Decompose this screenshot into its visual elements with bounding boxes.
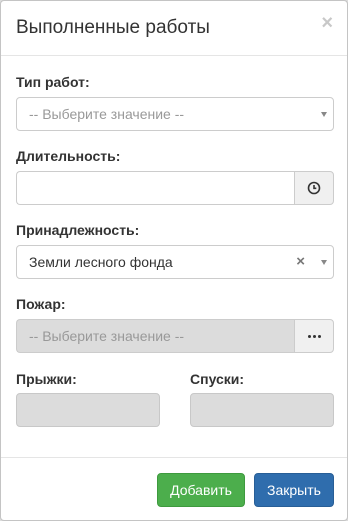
modal-header: Выполненные работы × [1, 1, 347, 56]
ownership-value: Земли лесного фонда [29, 254, 173, 270]
duration-input-group [16, 171, 334, 205]
duration-input[interactable] [16, 171, 295, 205]
work-type-placeholder: -- Выберите значение -- [29, 106, 185, 122]
chevron-down-icon [321, 112, 327, 117]
modal-dialog: Выполненные работы × Тип работ: -- Выбер… [0, 0, 348, 521]
descents-input [190, 393, 334, 427]
fire-input-group: -- Выберите значение -- [16, 319, 334, 353]
add-button[interactable]: Добавить [157, 473, 245, 507]
work-type-select[interactable]: -- Выберите значение -- [16, 97, 334, 131]
fire-label: Пожар: [16, 296, 66, 312]
descents-label: Спуски: [190, 371, 245, 387]
fire-select: -- Выберите значение -- [16, 319, 294, 353]
fire-lookup-button[interactable] [294, 319, 334, 353]
ownership-label: Принадлежность: [16, 222, 140, 238]
modal-title: Выполненные работы [16, 17, 210, 38]
chevron-down-icon [321, 260, 327, 265]
clock-icon [307, 181, 321, 195]
close-button[interactable]: Закрыть [254, 473, 334, 507]
clear-icon[interactable]: × [296, 253, 305, 270]
ownership-select[interactable]: Земли лесного фонда × [16, 245, 334, 279]
jumps-input [16, 393, 160, 427]
duration-label: Длительность: [16, 148, 121, 164]
footer-divider [1, 457, 347, 458]
fire-placeholder: -- Выберите значение -- [29, 328, 185, 344]
duration-clock-button[interactable] [294, 171, 334, 205]
jumps-label: Прыжки: [16, 371, 77, 387]
work-type-label: Тип работ: [16, 74, 90, 90]
ellipsis-icon [307, 334, 321, 338]
close-icon[interactable]: × [321, 13, 333, 33]
